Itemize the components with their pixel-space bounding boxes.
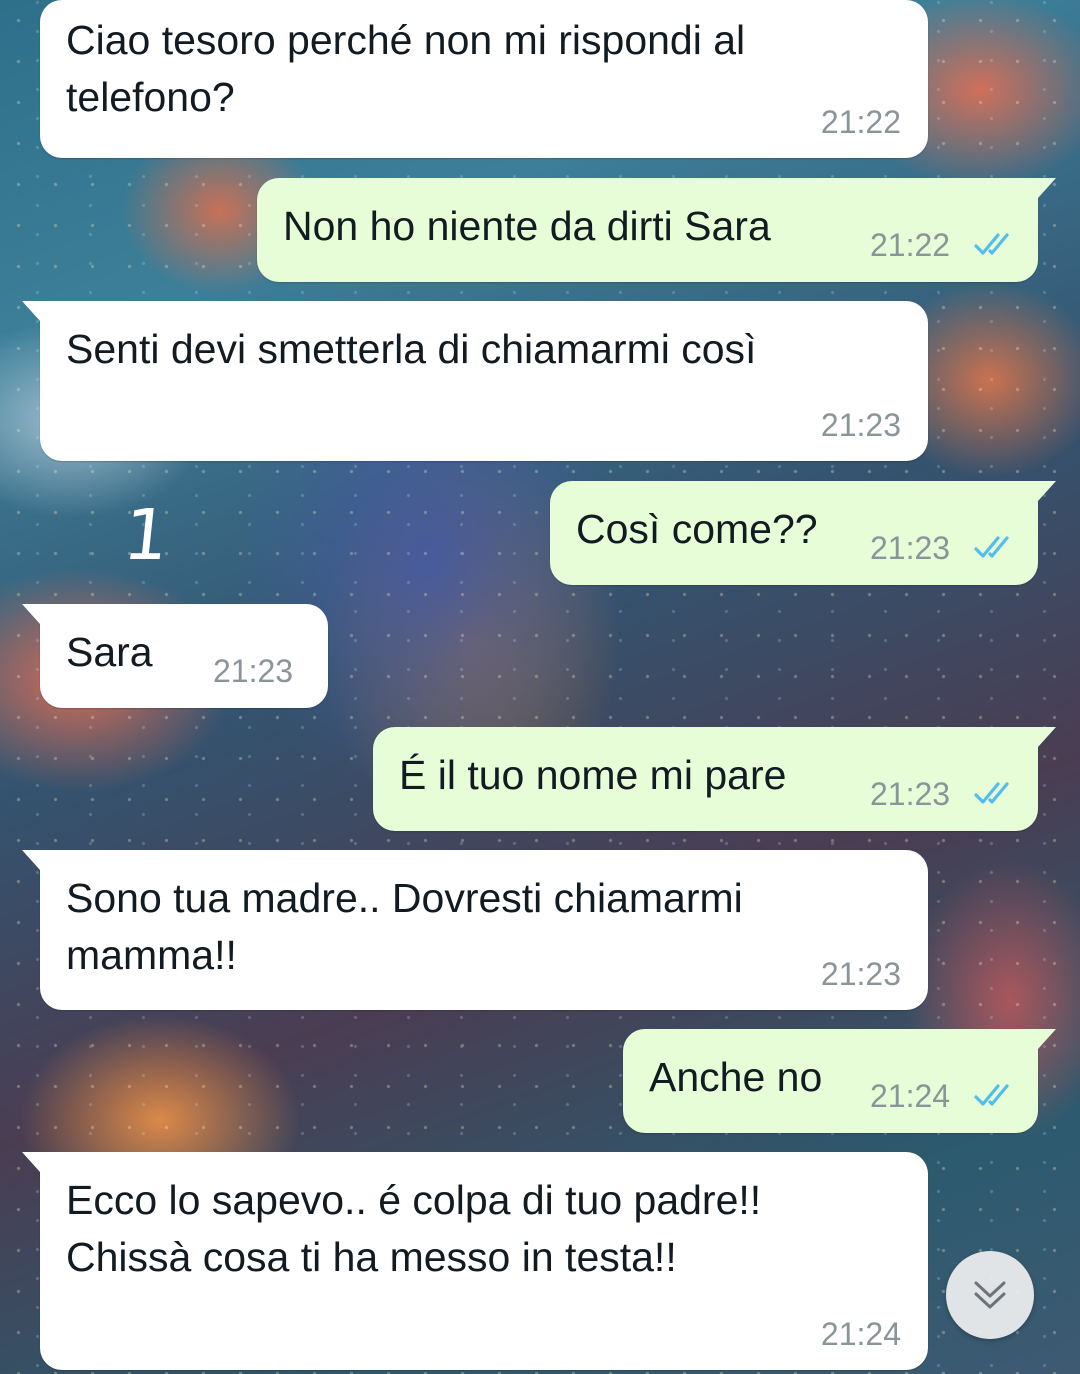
message-time: 21:23 <box>870 776 951 812</box>
double-chevron-down-icon <box>974 1281 1006 1309</box>
annotation-number: 1 <box>119 494 173 576</box>
message-time: 21:23 <box>870 530 951 566</box>
message-text: É il tuo nome mi pare <box>399 752 787 798</box>
message-outgoing[interactable]: É il tuo nome mi pare 21:23 <box>373 727 1056 831</box>
read-receipt-icon <box>974 782 1009 804</box>
message-time: 21:22 <box>870 227 951 263</box>
message-time: 21:23 <box>213 653 294 689</box>
message-text: Non ho niente da dirti Sara <box>283 203 771 249</box>
message-text: Anche no <box>649 1054 823 1100</box>
read-receipt-icon <box>974 536 1009 558</box>
message-text: Così come?? <box>576 506 818 552</box>
message-text: Ecco lo sapevo.. é colpa di tuo padre!! … <box>66 1177 762 1280</box>
message-text: Sono tua madre.. Dovresti chiamarmi mamm… <box>66 875 743 978</box>
message-text: Sara <box>66 629 153 675</box>
message-incoming[interactable]: Sono tua madre.. Dovresti chiamarmi mamm… <box>22 850 928 1010</box>
scroll-to-bottom-button[interactable] <box>946 1251 1034 1339</box>
read-receipt-icon <box>974 1084 1009 1106</box>
message-time: 21:23 <box>820 956 901 992</box>
message-incoming[interactable]: Ciao tesoro perché non mi rispondi al te… <box>40 0 928 158</box>
message-time: 21:23 <box>820 407 901 443</box>
message-outgoing[interactable]: Anche no 21:24 <box>623 1029 1056 1133</box>
message-time: 21:24 <box>820 1316 901 1352</box>
message-time: 21:22 <box>820 104 901 140</box>
message-incoming[interactable]: Senti devi smetterla di chiamarmi così 2… <box>22 301 928 461</box>
message-incoming[interactable]: Ecco lo sapevo.. é colpa di tuo padre!! … <box>22 1152 928 1370</box>
message-outgoing[interactable]: Così come?? 21:23 <box>550 481 1056 585</box>
read-receipt-icon <box>974 233 1009 255</box>
message-text: Senti devi smetterla di chiamarmi così <box>66 326 757 372</box>
message-outgoing[interactable]: Non ho niente da dirti Sara 21:22 <box>257 178 1056 282</box>
message-incoming[interactable]: Sara 21:23 <box>22 604 328 708</box>
message-time: 21:24 <box>870 1078 951 1114</box>
message-text: Ciao tesoro perché non mi rispondi al te… <box>66 17 746 120</box>
